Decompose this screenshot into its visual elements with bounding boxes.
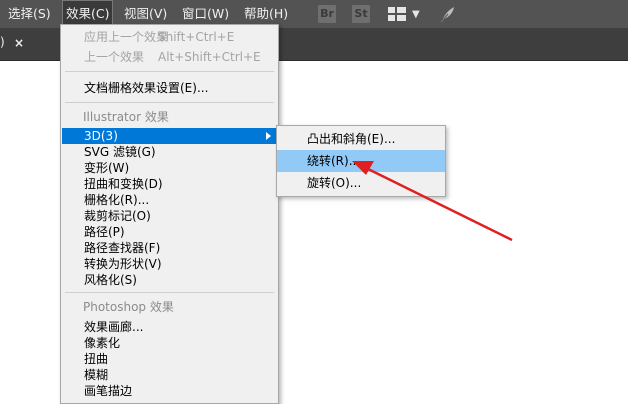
- annotation-arrow: [352, 161, 513, 242]
